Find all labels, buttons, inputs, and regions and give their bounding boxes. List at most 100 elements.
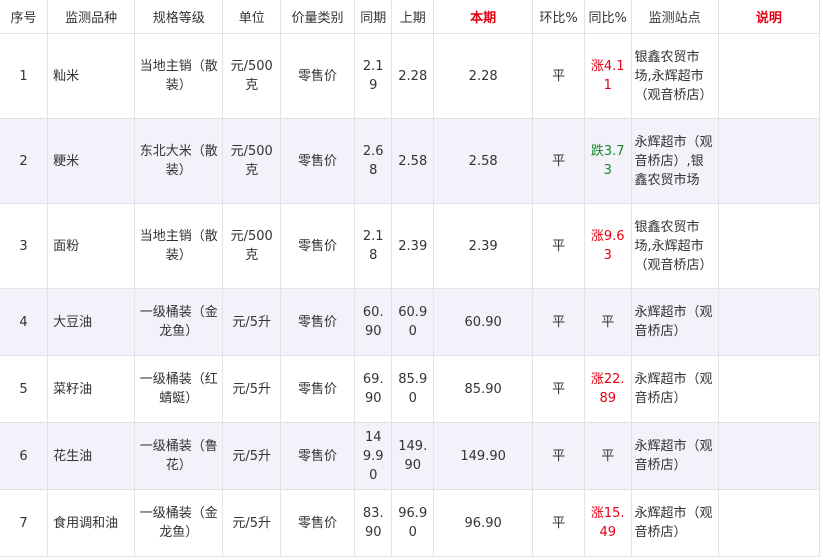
table-row: 6 花生油 一级桶装（鲁花） 元/5升 零售价 149.90 149.90 14… [0, 422, 820, 490]
cell-note [718, 422, 820, 490]
header-current-period: 本期 [433, 0, 534, 34]
table-row: 2 粳米 东北大米（散装） 元/500克 零售价 2.68 2.58 2.58 … [0, 118, 820, 204]
cell-stations: 永辉超市（观音桥店） [631, 288, 719, 356]
cell-spec: 当地主销（散装） [134, 33, 224, 119]
price-monitor-table: 序号 监测品种 规格等级 单位 价量类别 同期 上期 本期 环比% 同比% 监测… [0, 0, 820, 557]
cell-same-period: 2.19 [354, 33, 393, 119]
cell-name: 粳米 [47, 118, 136, 204]
cell-note [718, 33, 820, 119]
cell-unit: 元/500克 [222, 118, 282, 204]
cell-previous-period: 2.58 [391, 118, 435, 204]
cell-type: 零售价 [280, 33, 356, 119]
cell-type: 零售价 [280, 422, 356, 490]
cell-type: 零售价 [280, 355, 356, 423]
cell-spec: 一级桶装（金龙鱼） [134, 288, 224, 356]
cell-yoy: 涨4.11 [584, 33, 632, 119]
table-row: 1 籼米 当地主销（散装） 元/500克 零售价 2.19 2.28 2.28 … [0, 33, 820, 119]
cell-spec: 东北大米（散装） [134, 118, 224, 204]
cell-type: 零售价 [280, 203, 356, 289]
header-no: 序号 [0, 0, 49, 34]
cell-previous-period: 96.90 [391, 489, 435, 557]
cell-no: 2 [0, 118, 49, 204]
cell-spec: 一级桶装（鲁花） [134, 422, 224, 490]
cell-previous-period: 2.39 [391, 203, 435, 289]
cell-previous-period: 85.90 [391, 355, 435, 423]
cell-mom: 平 [532, 355, 585, 423]
cell-previous-period: 2.28 [391, 33, 435, 119]
cell-unit: 元/500克 [222, 203, 282, 289]
cell-previous-period: 149.90 [391, 422, 435, 490]
cell-mom: 平 [532, 422, 585, 490]
header-note: 说明 [718, 0, 820, 34]
cell-mom: 平 [532, 203, 585, 289]
cell-same-period: 149.90 [354, 422, 393, 490]
table-row: 5 菜籽油 一级桶装（红蜻蜓） 元/5升 零售价 69.90 85.90 85.… [0, 355, 820, 423]
cell-stations: 银鑫农贸市场,永辉超市（观音桥店） [631, 203, 719, 289]
header-previous-period: 上期 [391, 0, 435, 34]
cell-yoy: 涨22.89 [584, 355, 632, 423]
cell-mom: 平 [532, 33, 585, 119]
cell-stations: 永辉超市（观音桥店）,银鑫农贸市场 [631, 118, 719, 204]
cell-name: 花生油 [47, 422, 136, 490]
cell-spec: 当地主销（散装） [134, 203, 224, 289]
cell-note [718, 203, 820, 289]
cell-name: 大豆油 [47, 288, 136, 356]
cell-current-period: 96.90 [433, 489, 534, 557]
cell-current-period: 60.90 [433, 288, 534, 356]
cell-note [718, 355, 820, 423]
cell-yoy: 平 [584, 422, 632, 490]
cell-note [718, 288, 820, 356]
cell-yoy: 涨9.63 [584, 203, 632, 289]
cell-yoy: 跌3.73 [584, 118, 632, 204]
cell-no: 3 [0, 203, 49, 289]
cell-current-period: 2.58 [433, 118, 534, 204]
cell-name: 食用调和油 [47, 489, 136, 557]
cell-stations: 永辉超市（观音桥店） [631, 489, 719, 557]
cell-same-period: 69.90 [354, 355, 393, 423]
cell-stations: 银鑫农贸市场,永辉超市（观音桥店） [631, 33, 719, 119]
header-yoy: 同比% [584, 0, 632, 34]
table-row: 3 面粉 当地主销（散装） 元/500克 零售价 2.18 2.39 2.39 … [0, 203, 820, 289]
cell-note [718, 489, 820, 557]
cell-spec: 一级桶装（金龙鱼） [134, 489, 224, 557]
cell-current-period: 2.28 [433, 33, 534, 119]
cell-stations: 永辉超市（观音桥店） [631, 355, 719, 423]
table-row: 4 大豆油 一级桶装（金龙鱼） 元/5升 零售价 60.90 60.90 60.… [0, 288, 820, 356]
header-stations: 监测站点 [631, 0, 719, 34]
cell-type: 零售价 [280, 118, 356, 204]
cell-unit: 元/5升 [222, 422, 282, 490]
table-header-row: 序号 监测品种 规格等级 单位 价量类别 同期 上期 本期 环比% 同比% 监测… [0, 0, 820, 34]
header-name: 监测品种 [47, 0, 136, 34]
cell-spec: 一级桶装（红蜻蜓） [134, 355, 224, 423]
cell-name: 菜籽油 [47, 355, 136, 423]
cell-unit: 元/5升 [222, 355, 282, 423]
cell-same-period: 2.18 [354, 203, 393, 289]
cell-type: 零售价 [280, 489, 356, 557]
header-unit: 单位 [222, 0, 282, 34]
table-row: 7 食用调和油 一级桶装（金龙鱼） 元/5升 零售价 83.90 96.90 9… [0, 489, 820, 557]
cell-same-period: 60.90 [354, 288, 393, 356]
cell-no: 7 [0, 489, 49, 557]
cell-unit: 元/5升 [222, 489, 282, 557]
cell-current-period: 149.90 [433, 422, 534, 490]
cell-name: 面粉 [47, 203, 136, 289]
cell-yoy: 涨15.49 [584, 489, 632, 557]
cell-mom: 平 [532, 288, 585, 356]
cell-mom: 平 [532, 118, 585, 204]
cell-yoy: 平 [584, 288, 632, 356]
cell-unit: 元/5升 [222, 288, 282, 356]
cell-same-period: 83.90 [354, 489, 393, 557]
cell-no: 5 [0, 355, 49, 423]
cell-mom: 平 [532, 489, 585, 557]
cell-unit: 元/500克 [222, 33, 282, 119]
cell-previous-period: 60.90 [391, 288, 435, 356]
header-mom: 环比% [532, 0, 585, 34]
cell-no: 4 [0, 288, 49, 356]
cell-stations: 永辉超市（观音桥店） [631, 422, 719, 490]
cell-current-period: 85.90 [433, 355, 534, 423]
cell-note [718, 118, 820, 204]
cell-current-period: 2.39 [433, 203, 534, 289]
cell-name: 籼米 [47, 33, 136, 119]
cell-type: 零售价 [280, 288, 356, 356]
cell-same-period: 2.68 [354, 118, 393, 204]
